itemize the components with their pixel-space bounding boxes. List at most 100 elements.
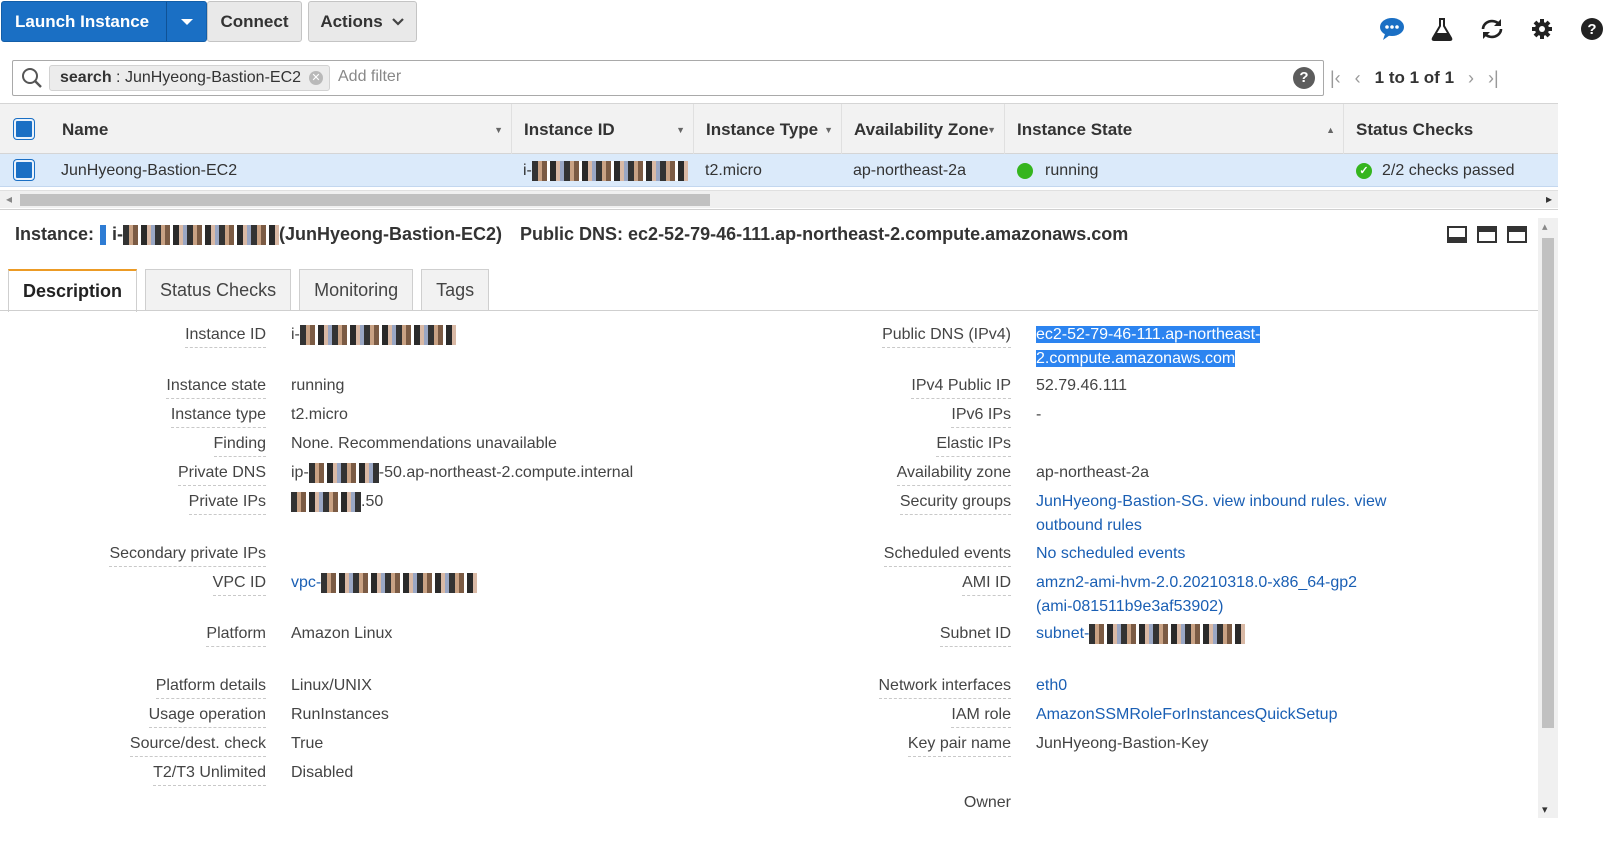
scroll-down-icon[interactable]: ▾ (1542, 803, 1548, 816)
value-vpc-id[interactable]: vpc- (291, 571, 478, 595)
column-header-instance-type[interactable]: Instance Type ▼ (694, 104, 842, 155)
table-row[interactable]: JunHyeong-Bastion-EC2 i- t2.micro ap-nor… (0, 154, 1558, 187)
public-dns-line1: ec2-52-79-46-111.ap-northeast- (1036, 326, 1261, 343)
cell-name: JunHyeong-Bastion-EC2 (61, 161, 238, 179)
status-checks-label: 2/2 checks passed (1382, 161, 1515, 179)
value-ami-id[interactable]: amzn2-ami-hvm-2.0.20210318.0-x86_64-gp2 … (1036, 571, 1396, 619)
state-label: running (1045, 161, 1099, 179)
page-count: 1 to 1 of 1 (1374, 68, 1455, 87)
scroll-right-icon[interactable]: ▸ (1546, 192, 1552, 206)
feedback-icon[interactable] (1379, 16, 1405, 42)
label-source-dest-check: Source/dest. check (129, 735, 266, 757)
refresh-icon[interactable] (1479, 16, 1505, 42)
layout-bottom-icon[interactable] (1447, 226, 1467, 243)
chip-value: JunHyeong-Bastion-EC2 (124, 69, 302, 86)
value-instance-type: t2.micro (291, 406, 348, 423)
label-network-interfaces: Network interfaces (878, 677, 1011, 699)
search-icon (22, 68, 42, 88)
pane-splitter[interactable] (0, 209, 1558, 213)
last-page-icon[interactable]: ›| (1488, 68, 1499, 89)
layout-split-icon[interactable] (1477, 226, 1497, 243)
instance-id-prefix: i- (523, 161, 532, 179)
vpc-link[interactable]: vpc- (291, 574, 321, 591)
column-header-status-checks[interactable]: Status Checks (1344, 104, 1558, 155)
next-page-icon[interactable]: › (1468, 68, 1474, 89)
column-header-name[interactable]: Name ▼ (50, 104, 512, 155)
subnet-link[interactable]: subnet- (1036, 625, 1089, 642)
scroll-left-icon[interactable]: ◂ (6, 192, 12, 206)
launch-instance-button[interactable]: Launch Instance (1, 1, 207, 42)
label-private-ips: Private IPs (188, 493, 266, 515)
search-filter-chip[interactable]: search : JunHyeong-Bastion-EC2 ✕ (49, 65, 331, 91)
redacted-block (308, 462, 379, 483)
instance-id-prefix: i- (112, 224, 124, 244)
connect-button[interactable]: Connect (207, 1, 302, 42)
check-passed-icon: ✓ (1356, 162, 1372, 179)
column-label: Status Checks (1356, 119, 1474, 139)
prev-page-icon[interactable]: ‹ (1355, 68, 1361, 89)
label-private-dns: Private DNS (177, 464, 266, 486)
value-network-interfaces[interactable]: eth0 (1036, 674, 1396, 698)
redacted-block (299, 324, 456, 345)
running-status-icon (1017, 162, 1033, 179)
column-header-availability-zone[interactable]: Availability Zone ▼ (842, 104, 1005, 155)
instances-table: Name ▼ Instance ID ▼ Instance Type ▼ Availa… (0, 103, 1558, 187)
scroll-thumb[interactable] (1542, 238, 1554, 728)
redacted-block (321, 572, 478, 593)
remove-filter-icon[interactable]: ✕ (309, 71, 324, 85)
value-private-ips: .50 (291, 490, 383, 514)
public-dns-label: Public DNS: (520, 224, 624, 244)
instance-label: Instance: (15, 224, 95, 244)
column-label: Instance State (1017, 119, 1133, 139)
value-usage-operation: RunInstances (291, 706, 389, 723)
launch-dropdown-toggle[interactable] (166, 2, 206, 41)
value-ipv4-public-ip: 52.79.46.111 (1036, 377, 1128, 394)
column-label: Instance Type (706, 119, 819, 139)
sort-caret-icon: ▼ (987, 125, 996, 135)
value-instance-state: running (291, 377, 345, 394)
value-iam-role[interactable]: AmazonSSMRoleForInstancesQuickSetup (1036, 703, 1396, 727)
first-page-icon[interactable]: |‹ (1330, 68, 1341, 89)
add-filter-input[interactable]: Add filter (338, 68, 401, 86)
row-checkbox[interactable] (14, 160, 34, 180)
actions-label: Actions (320, 11, 383, 31)
tab-status-checks[interactable]: Status Checks (145, 269, 292, 311)
vertical-scrollbar[interactable]: ▴ ▾ (1538, 218, 1558, 818)
label-vpc-id: VPC ID (212, 574, 266, 596)
inbound-rules-link[interactable]: view inbound rules (1213, 493, 1346, 510)
label-platform-details: Platform details (155, 677, 266, 699)
scroll-thumb[interactable] (20, 194, 710, 206)
value-source-dest-check: True (291, 735, 324, 752)
scroll-up-icon[interactable]: ▴ (1542, 220, 1548, 233)
column-header-instance-id[interactable]: Instance ID ▼ (512, 104, 694, 155)
label-ipv6-ips: IPv6 IPs (951, 406, 1011, 428)
search-help-icon[interactable]: ? (1293, 67, 1315, 89)
toolbar: Launch Instance Connect Actions ? (0, 0, 1615, 52)
help-icon[interactable]: ? (1579, 16, 1605, 42)
redacted-block (531, 160, 688, 181)
caret-down-icon (180, 18, 193, 25)
security-group-link[interactable]: JunHyeong-Bastion-SG (1036, 493, 1204, 510)
tab-monitoring[interactable]: Monitoring (299, 269, 414, 311)
tab-tags[interactable]: Tags (421, 269, 490, 311)
layout-full-icon[interactable] (1507, 226, 1527, 243)
horizontal-scrollbar[interactable]: ◂ ▸ (0, 190, 1558, 208)
value-scheduled-events[interactable]: No scheduled events (1036, 542, 1396, 566)
public-dns-value: ec2-52-79-46-111.ap-northeast-2.compute.… (628, 224, 1129, 244)
value-platform: Amazon Linux (291, 625, 393, 642)
label-platform: Platform (206, 625, 266, 647)
value-ipv6-ips: - (1036, 406, 1042, 423)
value-subnet-id[interactable]: subnet- (1036, 622, 1396, 646)
flask-icon[interactable] (1429, 16, 1455, 42)
gear-icon[interactable] (1529, 16, 1555, 42)
select-all-checkbox[interactable] (14, 119, 34, 139)
sort-caret-icon: ▲ (1326, 125, 1335, 135)
column-header-instance-state[interactable]: Instance State ▲ (1005, 104, 1344, 155)
label-instance-type: Instance type (170, 406, 266, 428)
search-filter-bar[interactable]: search : JunHyeong-Bastion-EC2 ✕ Add fil… (12, 60, 1324, 96)
actions-button[interactable]: Actions (308, 1, 417, 42)
cell-status-checks: ✓ 2/2 checks passed (1356, 154, 1515, 187)
label-owner: Owner (963, 794, 1011, 811)
tab-description[interactable]: Description (8, 269, 138, 312)
label-scheduled-events: Scheduled events (883, 545, 1011, 567)
